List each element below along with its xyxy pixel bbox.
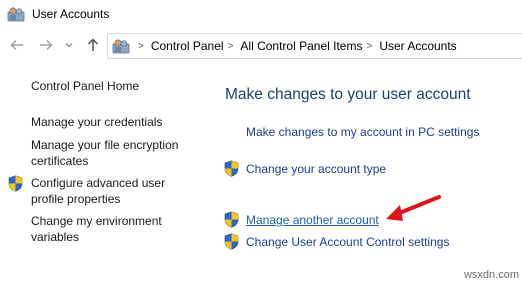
shield-icon bbox=[8, 175, 23, 192]
up-button[interactable] bbox=[84, 35, 102, 55]
chevron-right-icon[interactable]: > bbox=[138, 41, 144, 52]
watermark: wsxdn.com bbox=[463, 269, 519, 281]
breadcrumb-user-accounts[interactable]: User Accounts bbox=[379, 39, 456, 53]
sidebar-item-label: variables bbox=[31, 230, 80, 244]
sidebar-item-home[interactable]: Control Panel Home bbox=[31, 78, 139, 94]
breadcrumb-control-panel[interactable]: Control Panel bbox=[151, 39, 224, 53]
arrow-up-icon bbox=[87, 38, 99, 51]
change-account-type-link[interactable]: Change your account type bbox=[246, 162, 386, 176]
sidebar-item-label: profile properties bbox=[31, 192, 121, 206]
main-content: Make changes to your user account Make c… bbox=[215, 62, 522, 283]
navigation-bar: > Control Panel > All Control Panel Item… bbox=[0, 33, 522, 59]
shield-icon bbox=[224, 160, 239, 177]
manage-another-account-link[interactable]: Manage another account bbox=[246, 213, 379, 227]
sidebar-item-advanced-profile[interactable]: Configure advanced user profile properti… bbox=[31, 175, 165, 207]
chevron-right-icon[interactable]: > bbox=[228, 41, 234, 52]
sidebar-item-label: Manage your file encryption bbox=[31, 138, 179, 152]
sidebar-item-label: certificates bbox=[31, 154, 89, 168]
arrow-left-icon bbox=[10, 40, 23, 50]
shield-icon bbox=[224, 211, 239, 228]
window-title: User Accounts bbox=[32, 7, 110, 21]
arrow-right-icon bbox=[40, 40, 53, 50]
sidebar-item-credentials[interactable]: Manage your credentials bbox=[31, 114, 162, 130]
page-title: Make changes to your user account bbox=[225, 86, 471, 103]
forward-button[interactable] bbox=[37, 35, 55, 55]
sidebar-item-label: Configure advanced user bbox=[31, 176, 166, 190]
annotation-arrow-icon bbox=[386, 195, 441, 221]
back-button[interactable] bbox=[8, 35, 26, 55]
user-accounts-icon bbox=[7, 7, 25, 22]
sidebar-item-encryption[interactable]: Manage your file encryption certificates bbox=[31, 137, 178, 169]
title-bar: User Accounts bbox=[0, 0, 522, 30]
user-accounts-icon bbox=[112, 39, 130, 54]
sidebar-item-environment[interactable]: Change my environment variables bbox=[31, 213, 162, 245]
breadcrumb-all-items[interactable]: All Control Panel Items bbox=[240, 39, 362, 53]
sidebar-item-label: Change my environment bbox=[31, 214, 162, 228]
chevron-right-icon[interactable]: > bbox=[366, 41, 372, 52]
chevron-down-icon bbox=[65, 43, 73, 48]
uac-settings-link[interactable]: Change User Account Control settings bbox=[246, 235, 449, 249]
shield-icon bbox=[224, 233, 239, 250]
address-bar[interactable]: > Control Panel > All Control Panel Item… bbox=[107, 33, 522, 59]
recent-locations-button[interactable] bbox=[63, 35, 75, 55]
pc-settings-link[interactable]: Make changes to my account in PC setting… bbox=[246, 125, 479, 139]
sidebar: Control Panel Home Manage your credentia… bbox=[0, 62, 215, 283]
